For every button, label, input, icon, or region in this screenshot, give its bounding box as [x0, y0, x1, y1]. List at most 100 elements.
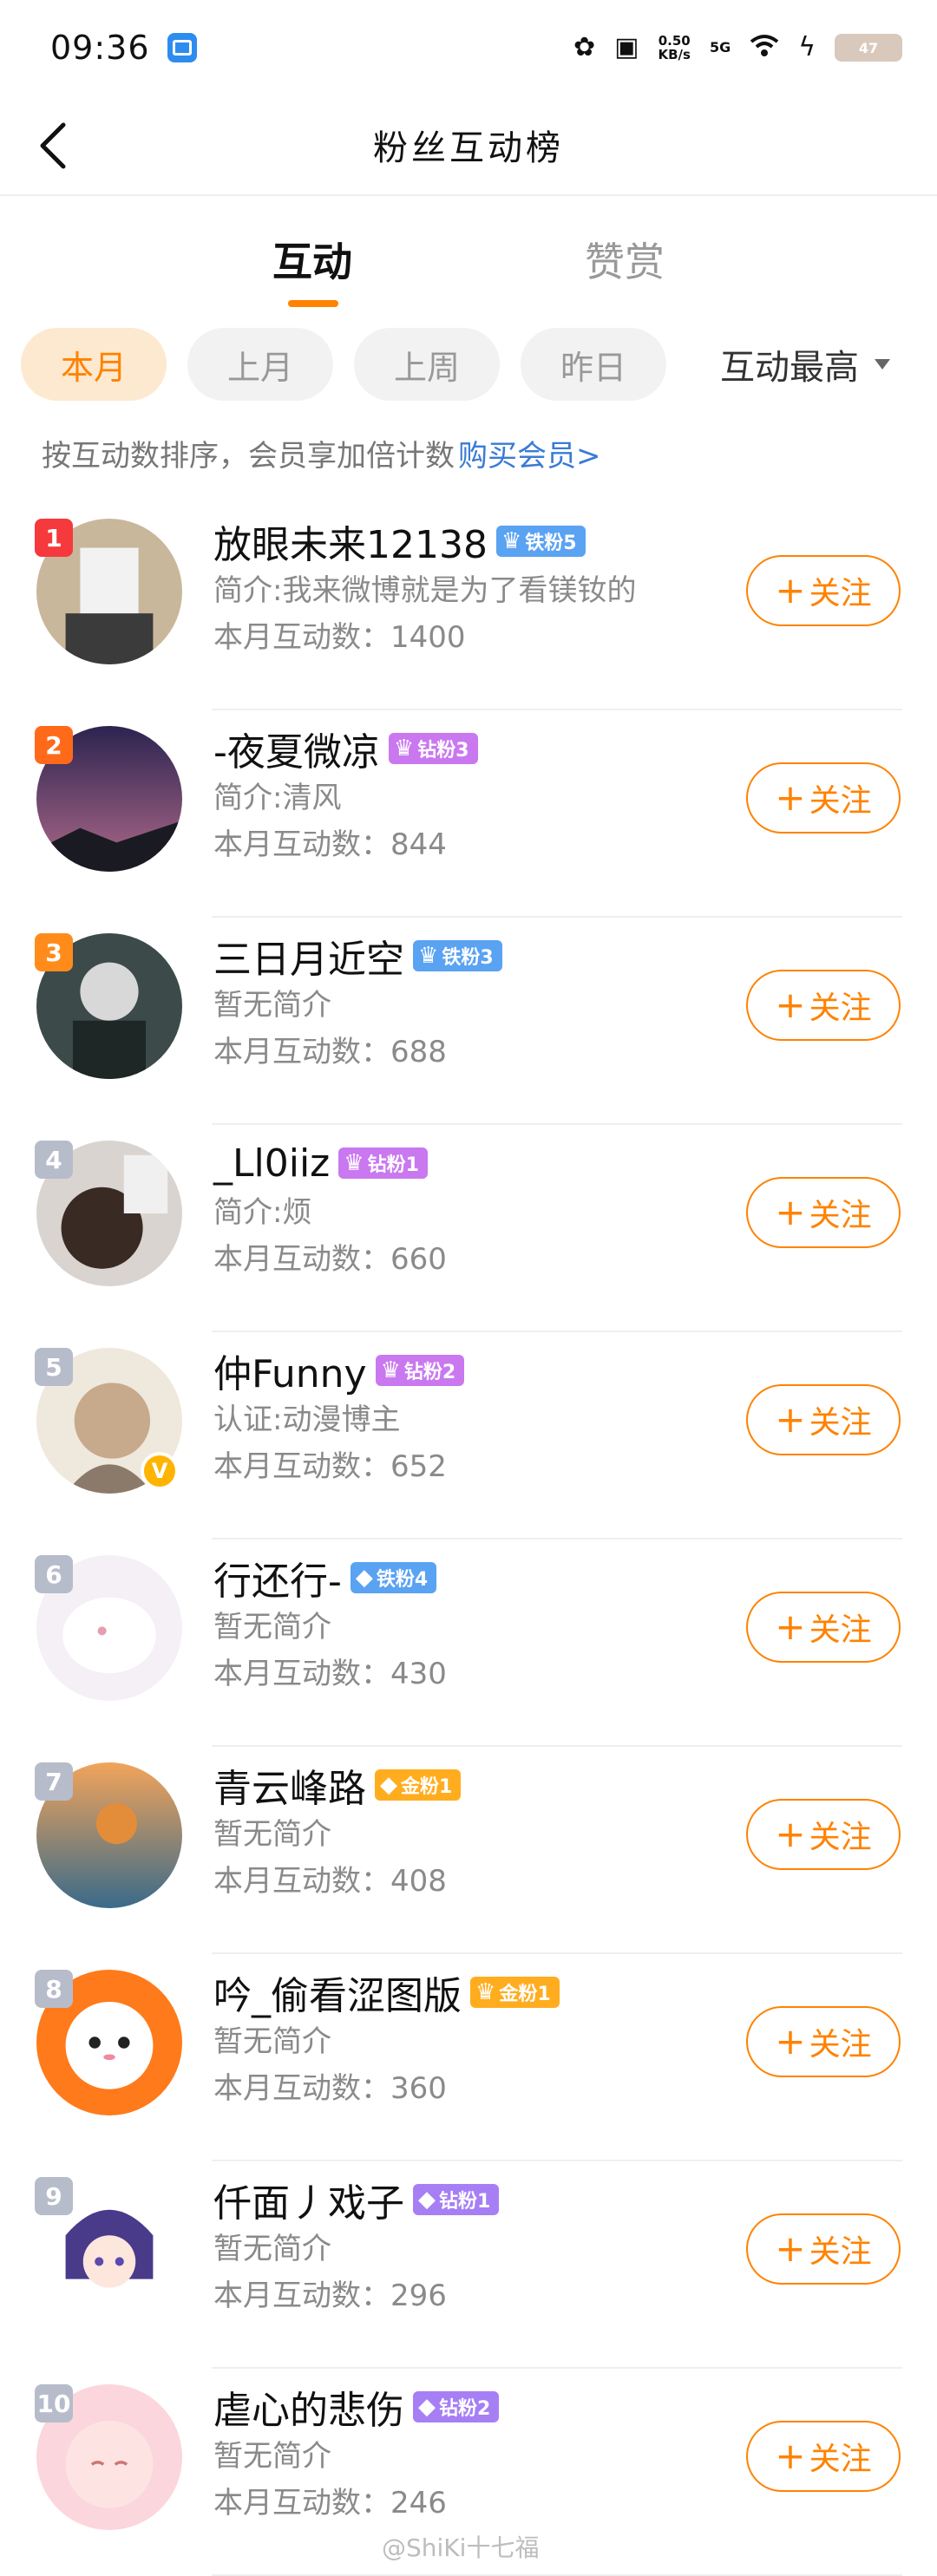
interaction-count: 本月互动数：360 — [213, 2065, 734, 2112]
fan-name[interactable]: 虐心的悲伤 — [213, 2379, 404, 2435]
follow-button[interactable]: + 关注 — [746, 970, 901, 1041]
vibrate-icon: ▣ — [614, 32, 639, 62]
fan-level-badge: ◆ 钻粉1 — [413, 2184, 500, 2215]
list-item[interactable]: 3 三日月近空 ♛ 铁粉3 暂无简介 本月互动数：688 + 关注 — [0, 918, 937, 1125]
ranking-hint: 按互动数排序，会员享加倍计数 购买会员> — [42, 432, 601, 474]
chevron-left-icon — [40, 122, 66, 169]
interaction-count-label: 本月互动数： — [213, 2071, 390, 2106]
list-item[interactable]: 5 V 仲Funny ♛ 钻粉2 认证:动漫博主 本月互动数：652 + 关注 — [0, 1332, 937, 1540]
follow-button[interactable]: + 关注 — [746, 2421, 901, 2492]
fan-name[interactable]: 仟面丿戏子 — [213, 2172, 404, 2227]
interaction-count: 本月互动数：296 — [213, 2272, 734, 2319]
fan-description: 暂无简介 — [213, 1817, 331, 1852]
list-item[interactable]: 6 行还行- ◆ 铁粉4 暂无简介 本月互动数：430 + 关注 — [0, 1540, 937, 1747]
interaction-count-value: 430 — [390, 1657, 447, 1691]
fan-level-label: 钻粉3 — [417, 740, 469, 762]
fan-level-label: 钻粉2 — [403, 1362, 456, 1383]
tab-reward[interactable]: 赞赏 — [538, 231, 711, 288]
interaction-count: 本月互动数：408 — [213, 1858, 734, 1905]
fan-level-badge: ♛ 金粉1 — [470, 1977, 560, 2008]
follow-button[interactable]: + 关注 — [746, 1799, 901, 1870]
list-item[interactable]: 9 仟面丿戏子 ◆ 钻粉1 暂无简介 本月互动数：296 + 关注 — [0, 2161, 937, 2369]
interaction-count: 本月互动数：660 — [213, 1236, 734, 1283]
notification-app-icon — [167, 33, 197, 62]
interaction-count: 本月互动数：1400 — [213, 614, 734, 661]
back-button[interactable] — [26, 120, 78, 172]
diamond-icon: ◆ — [418, 2394, 436, 2420]
rank-badge: 6 — [35, 1555, 73, 1593]
fan-name[interactable]: -夜夏微凉 — [213, 721, 380, 776]
network-speed: 0.50 KB/s — [658, 34, 690, 62]
rank-badge: 2 — [35, 726, 73, 764]
rank-badge: 4 — [35, 1141, 73, 1179]
interaction-count: 本月互动数：246 — [213, 2480, 734, 2527]
follow-button-label: 关注 — [809, 576, 872, 611]
interaction-count-label: 本月互动数： — [213, 2486, 390, 2520]
rank-badge: 9 — [35, 2177, 73, 2215]
plus-icon: + — [775, 1813, 806, 1855]
fan-name[interactable]: 吟_偷看涩图版 — [213, 1965, 462, 2020]
filter-chip-last-month[interactable]: 上月 — [187, 328, 333, 401]
list-item[interactable]: 1 放眼未来12138 ♛ 铁粉5 简介:我来微博就是为了看镁钕的 本月互动数：… — [0, 503, 937, 710]
watermark: @ShiKi十七福 — [382, 2534, 540, 2562]
follow-button[interactable]: + 关注 — [746, 2213, 901, 2285]
fan-info: 放眼未来12138 ♛ 铁粉5 简介:我来微博就是为了看镁钕的 本月互动数：14… — [213, 515, 734, 661]
fan-name[interactable]: 放眼未来12138 — [213, 513, 488, 569]
status-indicators: ✿ ▣ 0.50 KB/s 5G ϟ 47 — [573, 33, 902, 62]
fan-level-label: 钻粉1 — [439, 2191, 491, 2213]
rank-badge: 10 — [35, 2384, 73, 2422]
fan-name[interactable]: 青云峰路 — [213, 1757, 366, 1813]
fan-level-badge: ♛ 钻粉2 — [375, 1355, 465, 1386]
buy-membership-link[interactable]: 购买会员> — [458, 439, 601, 474]
fan-name[interactable]: 三日月近空 — [213, 928, 404, 984]
plus-icon: + — [775, 2435, 806, 2477]
interaction-count-label: 本月互动数： — [213, 1449, 390, 1484]
list-item[interactable]: 8 吟_偷看涩图版 ♛ 金粉1 暂无简介 本月互动数：360 + 关注 — [0, 1954, 937, 2161]
interaction-count: 本月互动数：430 — [213, 1651, 734, 1697]
rank-badge: 5 — [35, 1348, 73, 1386]
plus-icon: + — [775, 1605, 806, 1648]
fan-name[interactable]: _Ll0iiz — [213, 1141, 330, 1186]
crown-icon: ♛ — [501, 528, 522, 554]
follow-button[interactable]: + 关注 — [746, 555, 901, 626]
list-item[interactable]: 4 _Ll0iiz ♛ 钻粉1 简介:烦 本月互动数：660 + 关注 — [0, 1125, 937, 1332]
tab-interaction[interactable]: 互动 — [226, 231, 399, 288]
fan-level-label: 钻粉1 — [367, 1154, 419, 1176]
interaction-count-value: 688 — [390, 1035, 447, 1069]
follow-button-label: 关注 — [809, 2234, 872, 2270]
follow-button[interactable]: + 关注 — [746, 762, 901, 834]
crown-icon: ♛ — [393, 736, 415, 762]
network-speed-unit: KB/s — [658, 47, 691, 62]
fan-level-label: 金粉1 — [499, 1984, 551, 2005]
interaction-count-label: 本月互动数： — [213, 620, 390, 655]
interaction-count-value: 660 — [390, 1242, 447, 1277]
fan-description: 暂无简介 — [213, 2024, 331, 2059]
fan-info: -夜夏微凉 ♛ 钻粉3 简介:清风 本月互动数：844 — [213, 722, 734, 868]
fan-description: 暂无简介 — [213, 1610, 331, 1644]
fan-level-badge: ◆ 铁粉4 — [350, 1562, 437, 1593]
fan-name[interactable]: 仲Funny — [213, 1343, 367, 1398]
follow-button[interactable]: + 关注 — [746, 2006, 901, 2077]
list-item[interactable]: 2 -夜夏微凉 ♛ 钻粉3 简介:清风 本月互动数：844 + 关注 — [0, 710, 937, 918]
filter-chip-last-week[interactable]: 上周 — [354, 328, 500, 401]
crown-icon: ♛ — [475, 1979, 496, 2005]
fan-info: _Ll0iiz ♛ 钻粉1 简介:烦 本月互动数：660 — [213, 1137, 734, 1283]
sort-dropdown[interactable]: 互动最高 — [720, 328, 890, 401]
list-item[interactable]: 7 青云峰路 ◆ 金粉1 暂无简介 本月互动数：408 + 关注 — [0, 1747, 937, 1954]
filter-chip-yesterday[interactable]: 昨日 — [521, 328, 666, 401]
interaction-count-label: 本月互动数： — [213, 2279, 390, 2313]
fan-info: 三日月近空 ♛ 铁粉3 暂无简介 本月互动数：688 — [213, 930, 734, 1076]
fan-name[interactable]: 行还行- — [213, 1550, 342, 1605]
interaction-count-value: 296 — [390, 2279, 447, 2313]
interaction-count-label: 本月互动数： — [213, 1864, 390, 1899]
follow-button[interactable]: + 关注 — [746, 1592, 901, 1663]
plus-icon: + — [775, 569, 806, 611]
filter-chip-this-month[interactable]: 本月 — [21, 328, 167, 401]
interaction-count-value: 246 — [390, 2486, 447, 2520]
follow-button[interactable]: + 关注 — [746, 1177, 901, 1248]
charging-icon: ϟ — [798, 32, 816, 62]
fan-level-badge: ♛ 铁粉5 — [495, 526, 586, 557]
plus-icon: + — [775, 2020, 806, 2063]
follow-button-label: 关注 — [809, 783, 872, 819]
follow-button[interactable]: + 关注 — [746, 1384, 901, 1455]
